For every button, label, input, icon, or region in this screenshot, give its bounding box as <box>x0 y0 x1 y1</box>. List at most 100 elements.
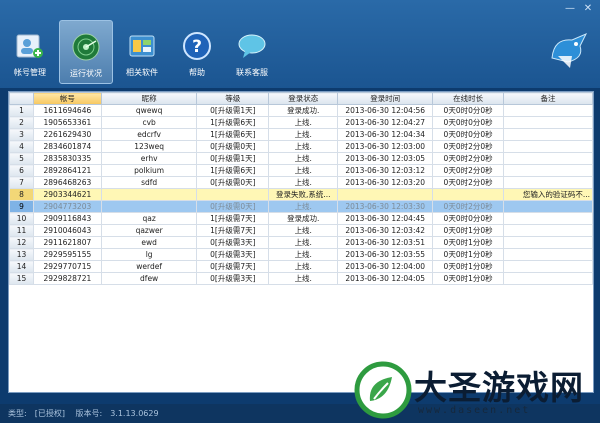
row-index: 12 <box>9 236 34 249</box>
cell-note <box>503 104 593 117</box>
close-button[interactable]: ✕ <box>580 2 596 16</box>
cell-login-status: 登录失败,系统... <box>268 188 339 201</box>
cell-nickname: ewd <box>100 236 198 249</box>
table-row[interactable]: 3 2261629430 edcrfv 1[升级需6天] 上线. 2013-06-30 1… <box>9 128 593 141</box>
cell-level: 0[升级需3天] <box>196 248 270 261</box>
cell-online-duration <box>432 188 505 201</box>
table-row[interactable]: 4 2834601874 123weq 0[升级需0天] 上线. 2013-06-30 1… <box>9 140 593 153</box>
cell-level: 1[升级需6天] <box>196 164 270 177</box>
cell-login-time: 2013-06-30 12:03:05 <box>337 152 434 165</box>
row-index: 13 <box>9 248 34 261</box>
tool-contact-support[interactable]: 联系客服 <box>226 20 278 82</box>
row-index: 1 <box>9 104 34 117</box>
cell-level: 0[升级需3天] <box>196 236 270 249</box>
cell-online-duration: 0天0时0分0秒 <box>432 128 505 141</box>
row-index: 8 <box>9 188 34 201</box>
cell-account: 2834601874 <box>32 140 102 153</box>
column-header-login-time[interactable]: 登录时间 <box>337 92 434 105</box>
row-index: 2 <box>9 116 34 129</box>
cell-note <box>503 212 593 225</box>
tool-run-status[interactable]: 运行状况 <box>59 20 113 84</box>
empty-table-row <box>10 340 593 351</box>
cell-account: 2903344621 <box>32 188 102 201</box>
cell-level: 0[升级需0天] <box>196 140 270 153</box>
column-header-account[interactable]: 帐号 <box>32 92 102 105</box>
cell-note <box>503 236 593 249</box>
cell-note <box>503 140 593 153</box>
table-row[interactable]: 15 2929828721 dfew 0[升级需3天] 上线. 2013-06-30 12… <box>9 272 593 285</box>
table-row[interactable]: 9 2904773203 0[升级需0天] 上线. 2013-06-30 12:03:3… <box>9 200 593 213</box>
title-bar: — ✕ <box>0 0 600 22</box>
table-row[interactable]: 11 2910046043 qazwer 1[升级需7天] 上线. 2013-06-30 … <box>9 224 593 237</box>
empty-table-row <box>10 285 593 297</box>
table-row[interactable]: 14 2929770715 werdef 0[升级需7天] 上线. 2013-06-30 … <box>9 260 593 273</box>
tool-help[interactable]: ? 帮助 <box>171 20 223 82</box>
cell-nickname <box>100 188 198 201</box>
cell-nickname: qwewq <box>100 104 198 117</box>
cell-level: 0[升级需7天] <box>196 260 270 273</box>
cell-account: 2835830335 <box>32 152 102 165</box>
cell-level: 0[升级需1天] <box>196 152 270 165</box>
cell-online-duration: 0天0时1分0秒 <box>432 272 505 285</box>
table-row[interactable]: 8 2903344621 登录失败,系统... 您输入的验证码不... <box>9 188 593 201</box>
cell-level: 1[升级需6天] <box>196 128 270 141</box>
table-row[interactable]: 1 1611694646 qwewq 0[升级需1天] 登录成功. 2013-06-30 … <box>9 104 593 117</box>
cell-nickname: edcrfv <box>100 128 198 141</box>
help-icon: ? <box>182 31 212 61</box>
tool-account-manage[interactable]: 帐号管理 <box>4 20 56 82</box>
column-header-level[interactable]: 等级 <box>196 92 270 105</box>
tool-label: 运行状况 <box>70 69 102 78</box>
minimize-button[interactable]: — <box>562 2 578 16</box>
cell-login-time: 2013-06-30 12:04:56 <box>337 104 434 117</box>
cell-level: 1[升级需7天] <box>196 224 270 237</box>
table-row[interactable]: 10 2909116843 qaz 1[升级需7天] 登录成功. 2013-06-30 1… <box>9 212 593 225</box>
cell-login-status: 上线. <box>268 236 339 249</box>
cell-login-time: 2013-06-30 12:03:20 <box>337 176 434 189</box>
cell-note <box>503 164 593 177</box>
cell-level: 0[升级需0天] <box>196 176 270 189</box>
table-row[interactable]: 2 1905653361 cvb 1[升级需6天] 上线. 2013-06-30 12:0… <box>9 116 593 129</box>
cell-account: 2911621807 <box>32 236 102 249</box>
table-row[interactable]: 7 2896468263 sdfd 0[升级需0天] 上线. 2013-06-30 12:… <box>9 176 593 189</box>
radar-icon <box>71 32 101 62</box>
row-index: 10 <box>9 212 34 225</box>
table-row[interactable]: 12 2911621807 ewd 0[升级需3天] 上线. 2013-06-30 12:… <box>9 236 593 249</box>
cell-online-duration: 0天0时1分0秒 <box>432 248 505 261</box>
row-index: 3 <box>9 128 34 141</box>
cell-login-time: 2013-06-30 12:04:34 <box>337 128 434 141</box>
cell-login-time: 2013-06-30 12:03:51 <box>337 236 434 249</box>
toolbar: 帐号管理 运行状况 相关软件 ? 帮助 联系客服 <box>4 20 281 84</box>
row-index: 11 <box>9 224 34 237</box>
column-header-index[interactable] <box>9 92 34 105</box>
tool-label: 联系客服 <box>236 68 268 77</box>
cell-note <box>503 116 593 129</box>
bird-mascot-icon <box>546 28 590 72</box>
cell-nickname: lg <box>100 248 198 261</box>
column-header-online-duration[interactable]: 在线时长 <box>432 92 505 105</box>
cell-account: 2909116843 <box>32 212 102 225</box>
watermark-logo-icon <box>354 361 412 419</box>
tool-related-software[interactable]: 相关软件 <box>116 20 168 82</box>
cell-login-time: 2013-06-30 12:03:30 <box>337 200 434 213</box>
column-header-nickname[interactable]: 昵称 <box>100 92 198 105</box>
row-index: 6 <box>9 164 34 177</box>
cell-level: 0[升级需0天] <box>196 200 270 213</box>
cell-login-time: 2013-06-30 12:03:55 <box>337 248 434 261</box>
type-value: [已授权] <box>34 409 65 418</box>
column-header-note[interactable]: 备注 <box>503 92 593 105</box>
row-index: 9 <box>9 200 34 213</box>
cell-login-status: 上线. <box>268 140 339 153</box>
column-header-login-status[interactable]: 登录状态 <box>268 92 339 105</box>
row-index: 4 <box>9 140 34 153</box>
cell-online-duration: 0天0时1分0秒 <box>432 260 505 273</box>
cell-account: 2929770715 <box>32 260 102 273</box>
cell-note <box>503 200 593 213</box>
cell-login-status: 上线. <box>268 176 339 189</box>
table-row[interactable]: 5 2835830335 erhv 0[升级需1天] 上线. 2013-06-30 12:… <box>9 152 593 165</box>
cell-note <box>503 152 593 165</box>
table-row[interactable]: 13 2929595155 lg 0[升级需3天] 上线. 2013-06-30 12:0… <box>9 248 593 261</box>
cell-level: 1[升级需6天] <box>196 116 270 129</box>
cell-nickname: qazwer <box>100 224 198 237</box>
cell-account: 2904773203 <box>32 200 102 213</box>
table-row[interactable]: 6 2892864121 polkium 1[升级需6天] 上线. 2013-06-30 … <box>9 164 593 177</box>
